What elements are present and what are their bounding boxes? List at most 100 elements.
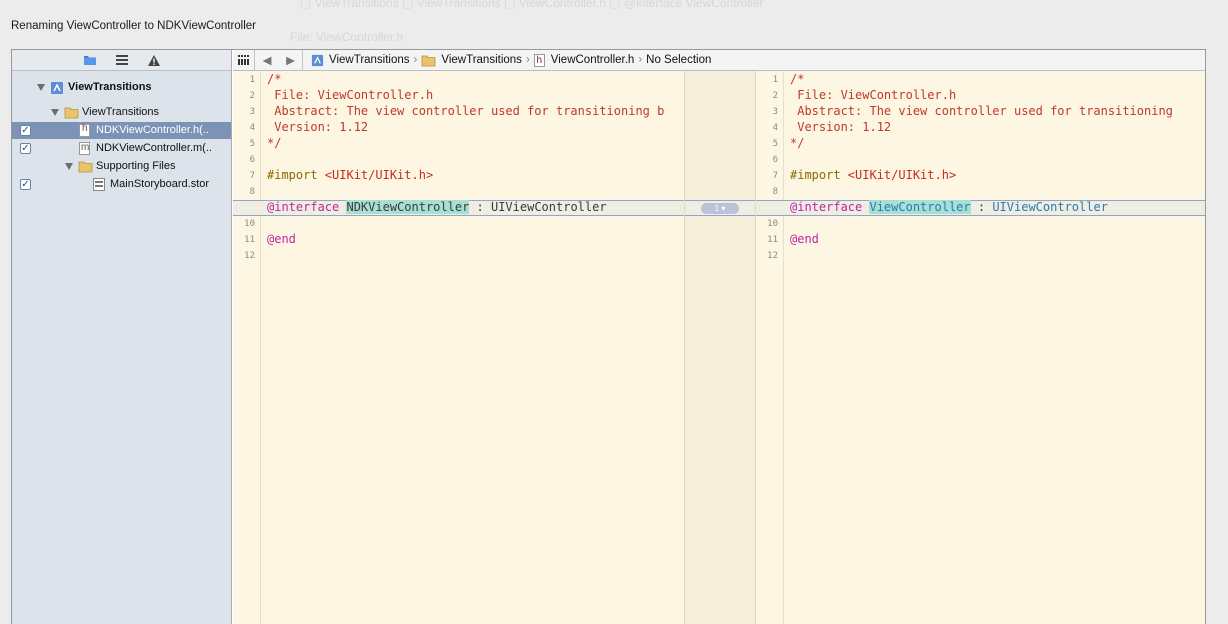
code-line: File: ViewController.h (790, 88, 957, 102)
code-token-class: UIViewController (992, 200, 1108, 214)
right-code-pane[interactable]: 1 2 3 4 5 6 7 8 9 10 11 12 /* File: View… (756, 71, 1205, 624)
line-number: 7 (249, 171, 255, 181)
folder-icon (421, 55, 436, 66)
line-number: 4 (772, 123, 778, 133)
code-token-keyword: #import (790, 168, 841, 182)
left-code-pane[interactable]: 1 2 3 4 5 6 7 8 9 10 11 12 /* File: View… (233, 71, 684, 624)
folder-icon (78, 160, 93, 173)
forward-arrow-icon[interactable]: ▶ (279, 49, 303, 71)
line-number: 12 (244, 251, 255, 261)
diff-connector-gutter: 1 ▾ (684, 71, 756, 624)
rename-sheet: ViewTransitions ViewTransitions ✓ h NDKV… (11, 49, 1206, 624)
include-checkbox[interactable]: ✓ (20, 179, 31, 190)
tree-item-label: NDKViewController.h(.. (96, 124, 209, 136)
line-number: 11 (767, 235, 778, 245)
renamed-symbol: NDKViewController (346, 200, 470, 214)
code-line: Version: 1.12 (267, 120, 369, 134)
tree-item-project[interactable]: ViewTransitions (12, 79, 231, 96)
code-token-string: <UIKit/UIKit.h> (317, 168, 434, 182)
chevron-right-icon: › (413, 54, 418, 66)
jump-bar: ◀ ▶ ViewTransitions › ViewTransitions › … (233, 49, 1205, 71)
tree-item-label: NDKViewController.m(.. (96, 142, 212, 154)
breadcrumb-label: ViewTransitions (441, 54, 522, 66)
line-number: 12 (767, 251, 778, 261)
breadcrumb-selection[interactable]: No Selection (646, 50, 711, 71)
breadcrumb-label: ViewController.h (550, 54, 635, 66)
chevron-right-icon: › (525, 54, 530, 66)
related-items-icon[interactable] (233, 49, 255, 71)
line-number: 10 (767, 219, 778, 229)
tree-item-storyboard[interactable]: ✓ MainStoryboard.stor (12, 176, 231, 193)
include-checkbox[interactable]: ✓ (20, 143, 31, 154)
tree-item-supporting-files[interactable]: Supporting Files (12, 158, 231, 175)
line-number: 1 (249, 75, 255, 85)
folder-icon[interactable] (83, 53, 97, 67)
header-file-icon: h (533, 53, 545, 67)
breadcrumb-group[interactable]: ViewTransitions (421, 50, 522, 71)
tree-item-group[interactable]: ViewTransitions (12, 104, 231, 121)
code-line: Abstract: The view controller used for t… (790, 104, 1173, 118)
line-number: 7 (772, 171, 778, 181)
code-line: */ (790, 136, 805, 150)
disclosure-triangle-icon[interactable] (51, 109, 59, 116)
line-number: 5 (772, 139, 778, 149)
code-line-import: #import <UIKit/UIKit.h> (790, 167, 956, 183)
line-number: 8 (249, 187, 255, 197)
disclosure-triangle-icon[interactable] (65, 163, 73, 170)
line-number-gutter: 1 2 3 4 5 6 7 8 9 10 11 12 (756, 71, 784, 624)
breadcrumb-project[interactable]: ViewTransitions (303, 50, 410, 71)
original-symbol: ViewController (869, 200, 971, 214)
chevron-right-icon: › (638, 54, 643, 66)
project-icon (50, 81, 64, 94)
line-number: 6 (772, 155, 778, 165)
line-number: 6 (249, 155, 255, 165)
code-line: */ (267, 136, 282, 150)
code-line-end: @end (267, 232, 296, 246)
code-line: File: ViewController.h (267, 88, 434, 102)
warning-icon[interactable] (147, 53, 161, 67)
code-token-string: <UIKit/UIKit.h> (840, 168, 957, 182)
tree-item-file-m[interactable]: ✓ m NDKViewController.m(.. (12, 140, 231, 157)
code-line: /* (267, 72, 282, 86)
code-token-keyword: @interface (790, 200, 863, 214)
line-number: 2 (772, 91, 778, 101)
line-number: 3 (249, 107, 255, 117)
code-token-keyword: @interface (267, 200, 340, 214)
line-number-gutter: 1 2 3 4 5 6 7 8 9 10 11 12 (233, 71, 261, 624)
code-line-interface: @interface ViewController : UIViewContro… (790, 199, 1108, 215)
code-line-end: @end (790, 232, 819, 246)
tree-item-label: ViewTransitions (68, 81, 152, 93)
disclosure-triangle-icon[interactable] (37, 84, 45, 91)
line-number: 1 (772, 75, 778, 85)
sheet-title: Renaming ViewController to NDKViewContro… (11, 20, 257, 32)
line-number: 11 (244, 235, 255, 245)
tree-item-label: MainStoryboard.stor (110, 178, 210, 190)
code-token-keyword: #import (267, 168, 318, 182)
code-line: Version: 1.12 (790, 120, 892, 134)
file-letter: m (81, 142, 90, 153)
line-number: 8 (772, 187, 778, 197)
code-line: Abstract: The view controller used for t… (267, 104, 665, 118)
line-number: 5 (249, 139, 255, 149)
file-sidebar: ViewTransitions ViewTransitions ✓ h NDKV… (12, 50, 232, 624)
list-icon[interactable] (115, 53, 129, 67)
change-count: 1 (714, 204, 720, 213)
sidebar-toolbar (12, 50, 231, 71)
breadcrumb-file[interactable]: h ViewController.h (533, 50, 635, 71)
tree-item-file-h[interactable]: ✓ h NDKViewController.h(.. (12, 122, 231, 139)
tree-item-label: ViewTransitions (82, 106, 160, 118)
code-token-separator: : (970, 200, 993, 214)
code-line-import: #import <UIKit/UIKit.h> (267, 167, 433, 183)
back-arrow-icon[interactable]: ◀ (255, 50, 279, 71)
file-letter: h (82, 123, 88, 134)
line-number: 4 (249, 123, 255, 133)
breadcrumb-label: ViewTransitions (329, 54, 410, 66)
folder-icon (64, 106, 79, 119)
code-line: /* (790, 72, 805, 86)
change-indicator-badge[interactable]: 1 ▾ (701, 203, 739, 214)
code-line-interface: @interface NDKViewController : UIViewCon… (267, 199, 607, 215)
line-number: 10 (244, 219, 255, 229)
include-checkbox[interactable]: ✓ (20, 125, 31, 136)
storyboard-file-icon (93, 178, 107, 191)
project-icon (311, 54, 324, 66)
